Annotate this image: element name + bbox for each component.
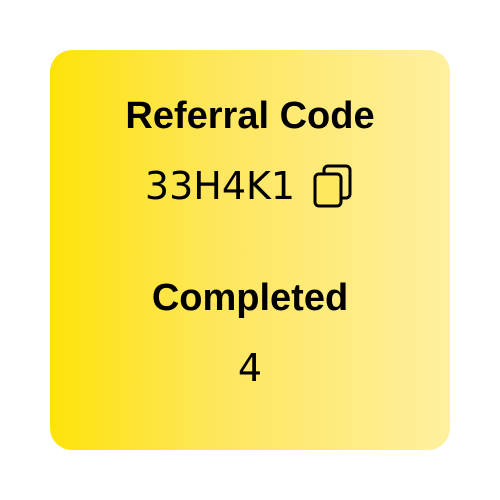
completed-count: 4: [237, 346, 263, 390]
referral-card: Referral Code 33H4K1 Completed 4: [50, 50, 450, 450]
completed-heading: Completed: [151, 277, 349, 319]
copy-icon[interactable]: [311, 163, 355, 209]
referral-code-value: 33H4K1: [144, 164, 296, 208]
referral-code-row: 33H4K1: [50, 164, 450, 208]
referral-code-heading: Referral Code: [125, 95, 375, 137]
